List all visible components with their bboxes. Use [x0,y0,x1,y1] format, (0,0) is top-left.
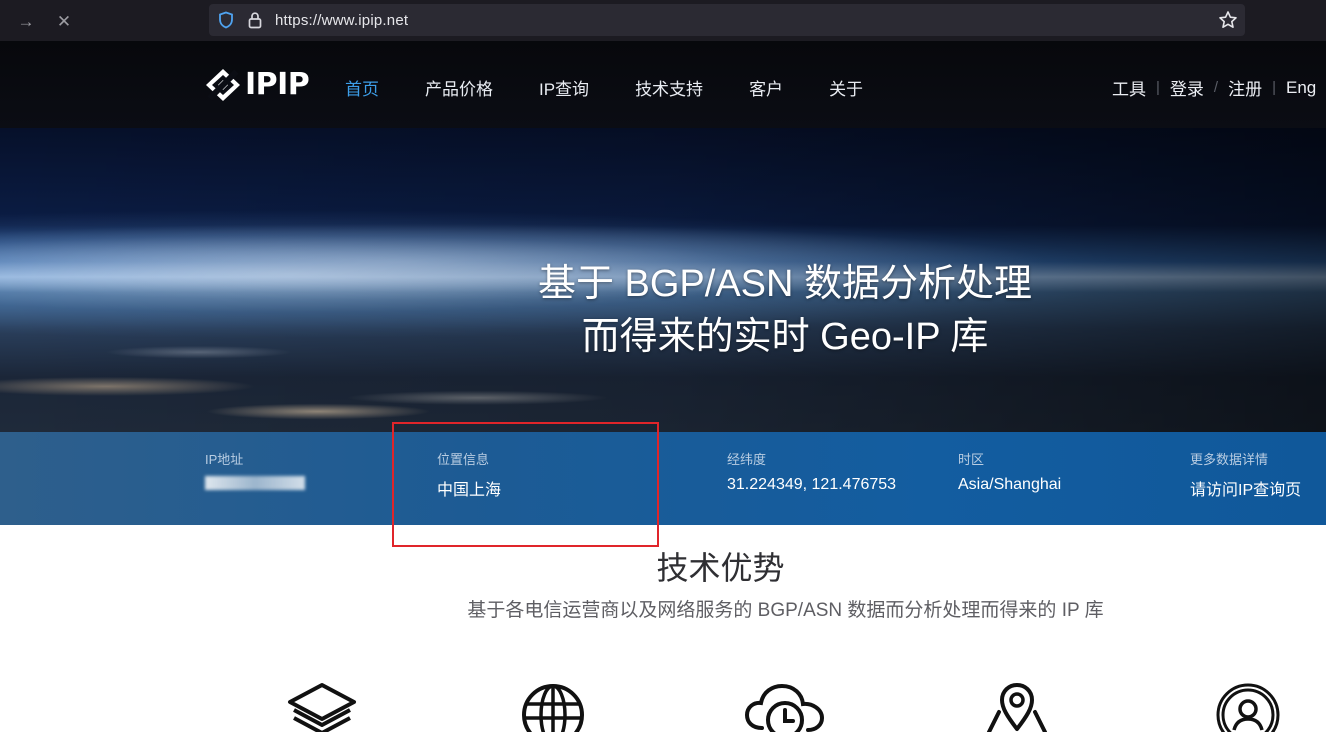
location-value: 中国上海 [437,482,502,499]
url-bar[interactable]: https://www.ipip.net [209,4,1245,36]
utility-nav: 工具 | 登录 / 注册 | Eng [1112,75,1316,100]
cloud-clock-icon [744,683,825,732]
url-text[interactable]: https://www.ipip.net [275,12,408,29]
ip-address-redacted [205,476,305,490]
forward-arrow-icon[interactable]: → [13,8,39,34]
location-map-icon [987,683,1047,732]
section-subtitle: 基于各电信运营商以及网络服务的 BGP/ASN 数据而分析处理而得来的 IP 库 [467,600,1104,621]
section-title: 技术优势 [656,550,785,586]
ip-address-block: IP地址 [205,449,305,490]
timezone-block: 时区 Asia/Shanghai [958,449,1061,494]
separator: | [1272,79,1276,96]
bookmark-star-icon[interactable] [1218,10,1238,30]
nav-home[interactable]: 首页 [345,75,379,100]
location-block: 位置信息 中国上海 [437,449,501,500]
separator: | [1156,79,1160,96]
more-details-label: 更多数据详情 [1190,452,1269,467]
main-nav: 首页 产品价格 IP查询 技术支持 客户 关于 [345,75,909,100]
coordinates-label: 经纬度 [727,452,767,467]
ip-address-label: IP地址 [205,452,244,467]
hero-title-line-2: 而得来的实时 Geo-IP 库 [581,316,989,358]
hero-title: 基于 BGP/ASN 数据分析处理 而得来的实时 Geo-IP 库 [420,258,1150,364]
nav-about[interactable]: 关于 [829,75,863,100]
separator: / [1213,79,1219,96]
hero-title-line-1: 基于 BGP/ASN 数据分析处理 [537,263,1033,305]
login-link[interactable]: 登录 [1170,75,1204,100]
location-label: 位置信息 [437,452,490,467]
site-header: IPIP 首页 产品价格 IP查询 技术支持 客户 关于 工具 | 登录 / 注… [0,41,1326,128]
logo-text: IPIP [245,67,310,102]
globe-icon [522,684,584,732]
more-details-block: 更多数据详情 请访问IP查询页 [1190,449,1301,500]
stop-loading-icon[interactable]: ✕ [51,8,77,34]
ip-info-bar: IP地址 位置信息 中国上海 经纬度 31.224349, 121.476753… [0,432,1326,525]
hero-banner: 基于 BGP/ASN 数据分析处理 而得来的实时 Geo-IP 库 [0,128,1326,432]
ipip-logo[interactable]: IPIP [205,67,310,102]
nav-support[interactable]: 技术支持 [635,75,703,100]
tools-link[interactable]: 工具 [1112,75,1146,100]
register-link[interactable]: 注册 [1228,75,1262,100]
nav-ip-lookup[interactable]: IP查询 [539,75,589,100]
browser-toolbar: → ✕ https://www.ipip.net [0,0,1326,41]
language-link[interactable]: Eng [1286,78,1316,98]
coordinates-value: 31.224349, 121.476753 [727,476,897,493]
nav-customers[interactable]: 客户 [749,75,783,100]
more-details-link[interactable]: 请访问IP查询页 [1190,476,1301,500]
timezone-label: 时区 [958,452,985,467]
user-circle-icon [1216,683,1280,732]
timezone-value: Asia/Shanghai [958,476,1062,493]
nav-pricing[interactable]: 产品价格 [425,75,493,100]
tracking-shield-icon[interactable] [217,11,235,29]
lock-icon[interactable] [247,11,263,29]
layers-icon [288,683,356,732]
logo-mark-icon [206,68,240,101]
coordinates-block: 经纬度 31.224349, 121.476753 [727,449,896,494]
